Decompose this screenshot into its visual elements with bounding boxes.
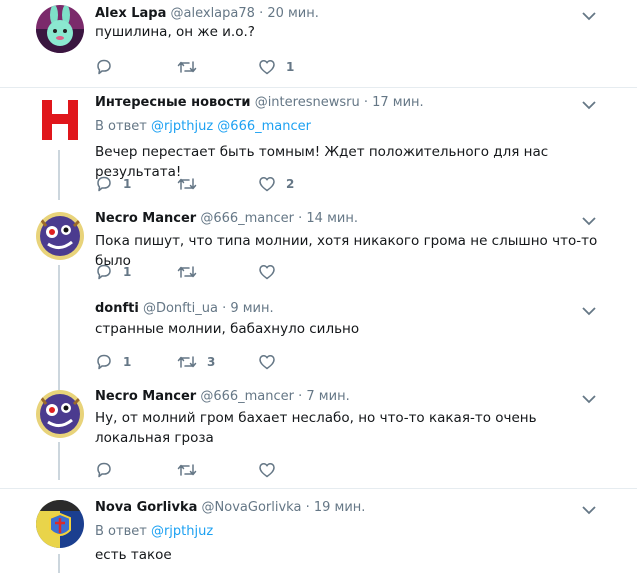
reply-icon (97, 264, 111, 280)
like-icon (259, 265, 275, 280)
author-name[interactable]: Интересные новости (95, 95, 251, 110)
reply-icon (97, 462, 111, 478)
like-button[interactable]: 1 (258, 57, 294, 77)
author-handle[interactable]: @Donfti_ua (143, 301, 218, 316)
like-icon (259, 177, 275, 192)
thread-line (58, 554, 60, 573)
tweet-text: пушилина, он же и.о.? (95, 24, 255, 40)
chevron-down-icon[interactable] (582, 11, 596, 21)
retweet-button[interactable] (177, 57, 207, 77)
like-button[interactable]: 2 (258, 174, 294, 194)
author-handle[interactable]: @666_mancer (200, 389, 294, 404)
reply-icon (97, 59, 111, 75)
author-name[interactable]: Alex Lapa (95, 6, 166, 21)
reply-button[interactable] (95, 460, 123, 480)
author-name[interactable]: Necro Mancer (95, 211, 196, 226)
like-button[interactable] (258, 460, 286, 480)
like-icon (259, 355, 275, 370)
retweet-button[interactable]: 3 (177, 352, 215, 372)
tweet[interactable]: Necro Mancer @666_mancer · 14 мин. Пока … (0, 200, 637, 292)
like-count: 1 (286, 60, 295, 74)
like-icon (259, 60, 275, 75)
author-name[interactable]: donfti (95, 301, 139, 316)
timestamp[interactable]: · 17 мин. (364, 95, 424, 110)
timestamp[interactable]: · 20 мин. (259, 6, 319, 21)
reply-button[interactable]: 1 (95, 262, 131, 282)
avatar[interactable] (36, 5, 84, 53)
tweet[interactable]: Alex Lapa @alexlapa78 · 20 мин. пушилина… (0, 0, 637, 87)
retweet-count: 3 (207, 355, 216, 369)
timestamp[interactable]: · 7 мин. (298, 389, 350, 404)
tweet-text: Ну, от молний гром бахает неслабо, но чт… (95, 410, 537, 446)
reply-to-mentions[interactable]: @rjpthjuz (151, 524, 213, 539)
reply-to: В ответ @rjpthjuz @666_mancer (95, 118, 311, 136)
tweet[interactable]: Интересные новости @interesnewsru · 17 м… (0, 88, 637, 200)
timestamp[interactable]: · 9 мин. (222, 301, 274, 316)
author-name[interactable]: Necro Mancer (95, 389, 196, 404)
retweet-button[interactable] (177, 174, 207, 194)
author-handle[interactable]: @interesnewsru (255, 95, 360, 110)
reply-to-prefix: В ответ (95, 119, 151, 134)
reply-button[interactable] (95, 57, 123, 77)
author-handle[interactable]: @666_mancer (200, 211, 294, 226)
reply-count: 1 (123, 265, 132, 279)
like-button[interactable] (258, 352, 286, 372)
like-count: 2 (286, 177, 295, 191)
tweet-text: Пока пишут, что типа молнии, хотя никако… (95, 233, 598, 269)
retweet-button[interactable] (177, 460, 207, 480)
chevron-down-icon[interactable] (582, 216, 596, 226)
tweet[interactable]: donfti @Donfti_ua · 9 мин. странные молн… (0, 292, 637, 380)
retweet-icon (177, 464, 197, 476)
reply-count: 1 (123, 177, 132, 191)
tweet[interactable]: Nova Gorlivka @NovaGorlivka · 19 мин. В … (0, 489, 637, 573)
reply-button[interactable]: 1 (95, 174, 131, 194)
reply-to-prefix: В ответ (95, 524, 151, 539)
like-icon (259, 463, 275, 478)
chevron-down-icon[interactable] (582, 394, 596, 404)
retweet-icon (177, 61, 197, 73)
retweet-icon (177, 178, 197, 190)
chevron-down-icon[interactable] (582, 306, 596, 316)
like-button[interactable] (258, 262, 286, 282)
chevron-down-icon[interactable] (582, 100, 596, 110)
avatar[interactable] (36, 212, 84, 260)
author-handle[interactable]: @alexlapa78 (171, 6, 255, 21)
reply-to-mentions[interactable]: @rjpthjuz @666_mancer (151, 119, 311, 134)
chevron-down-icon[interactable] (582, 505, 596, 515)
timestamp[interactable]: · 19 мин. (306, 500, 366, 515)
avatar[interactable] (36, 390, 84, 438)
tweet-text: Вечер перестает быть томным! Ждет положи… (95, 144, 549, 180)
tweet-text: есть такое (95, 547, 172, 563)
tweet-text: странные молнии, бабахнуло сильно (95, 321, 360, 337)
retweet-button[interactable] (177, 262, 207, 282)
reply-button[interactable]: 1 (95, 352, 131, 372)
retweet-icon (177, 356, 197, 368)
author-name[interactable]: Nova Gorlivka (95, 500, 197, 515)
avatar[interactable] (36, 96, 84, 144)
tweet[interactable]: Necro Mancer @666_mancer · 7 мин. Ну, от… (0, 380, 637, 488)
reply-icon (97, 354, 111, 370)
timestamp[interactable]: · 14 мин. (298, 211, 358, 226)
reply-count: 1 (123, 355, 132, 369)
reply-to: В ответ @rjpthjuz (95, 523, 213, 541)
avatar[interactable] (36, 500, 84, 548)
retweet-icon (177, 266, 197, 278)
reply-icon (97, 176, 111, 192)
author-handle[interactable]: @NovaGorlivka (202, 500, 302, 515)
